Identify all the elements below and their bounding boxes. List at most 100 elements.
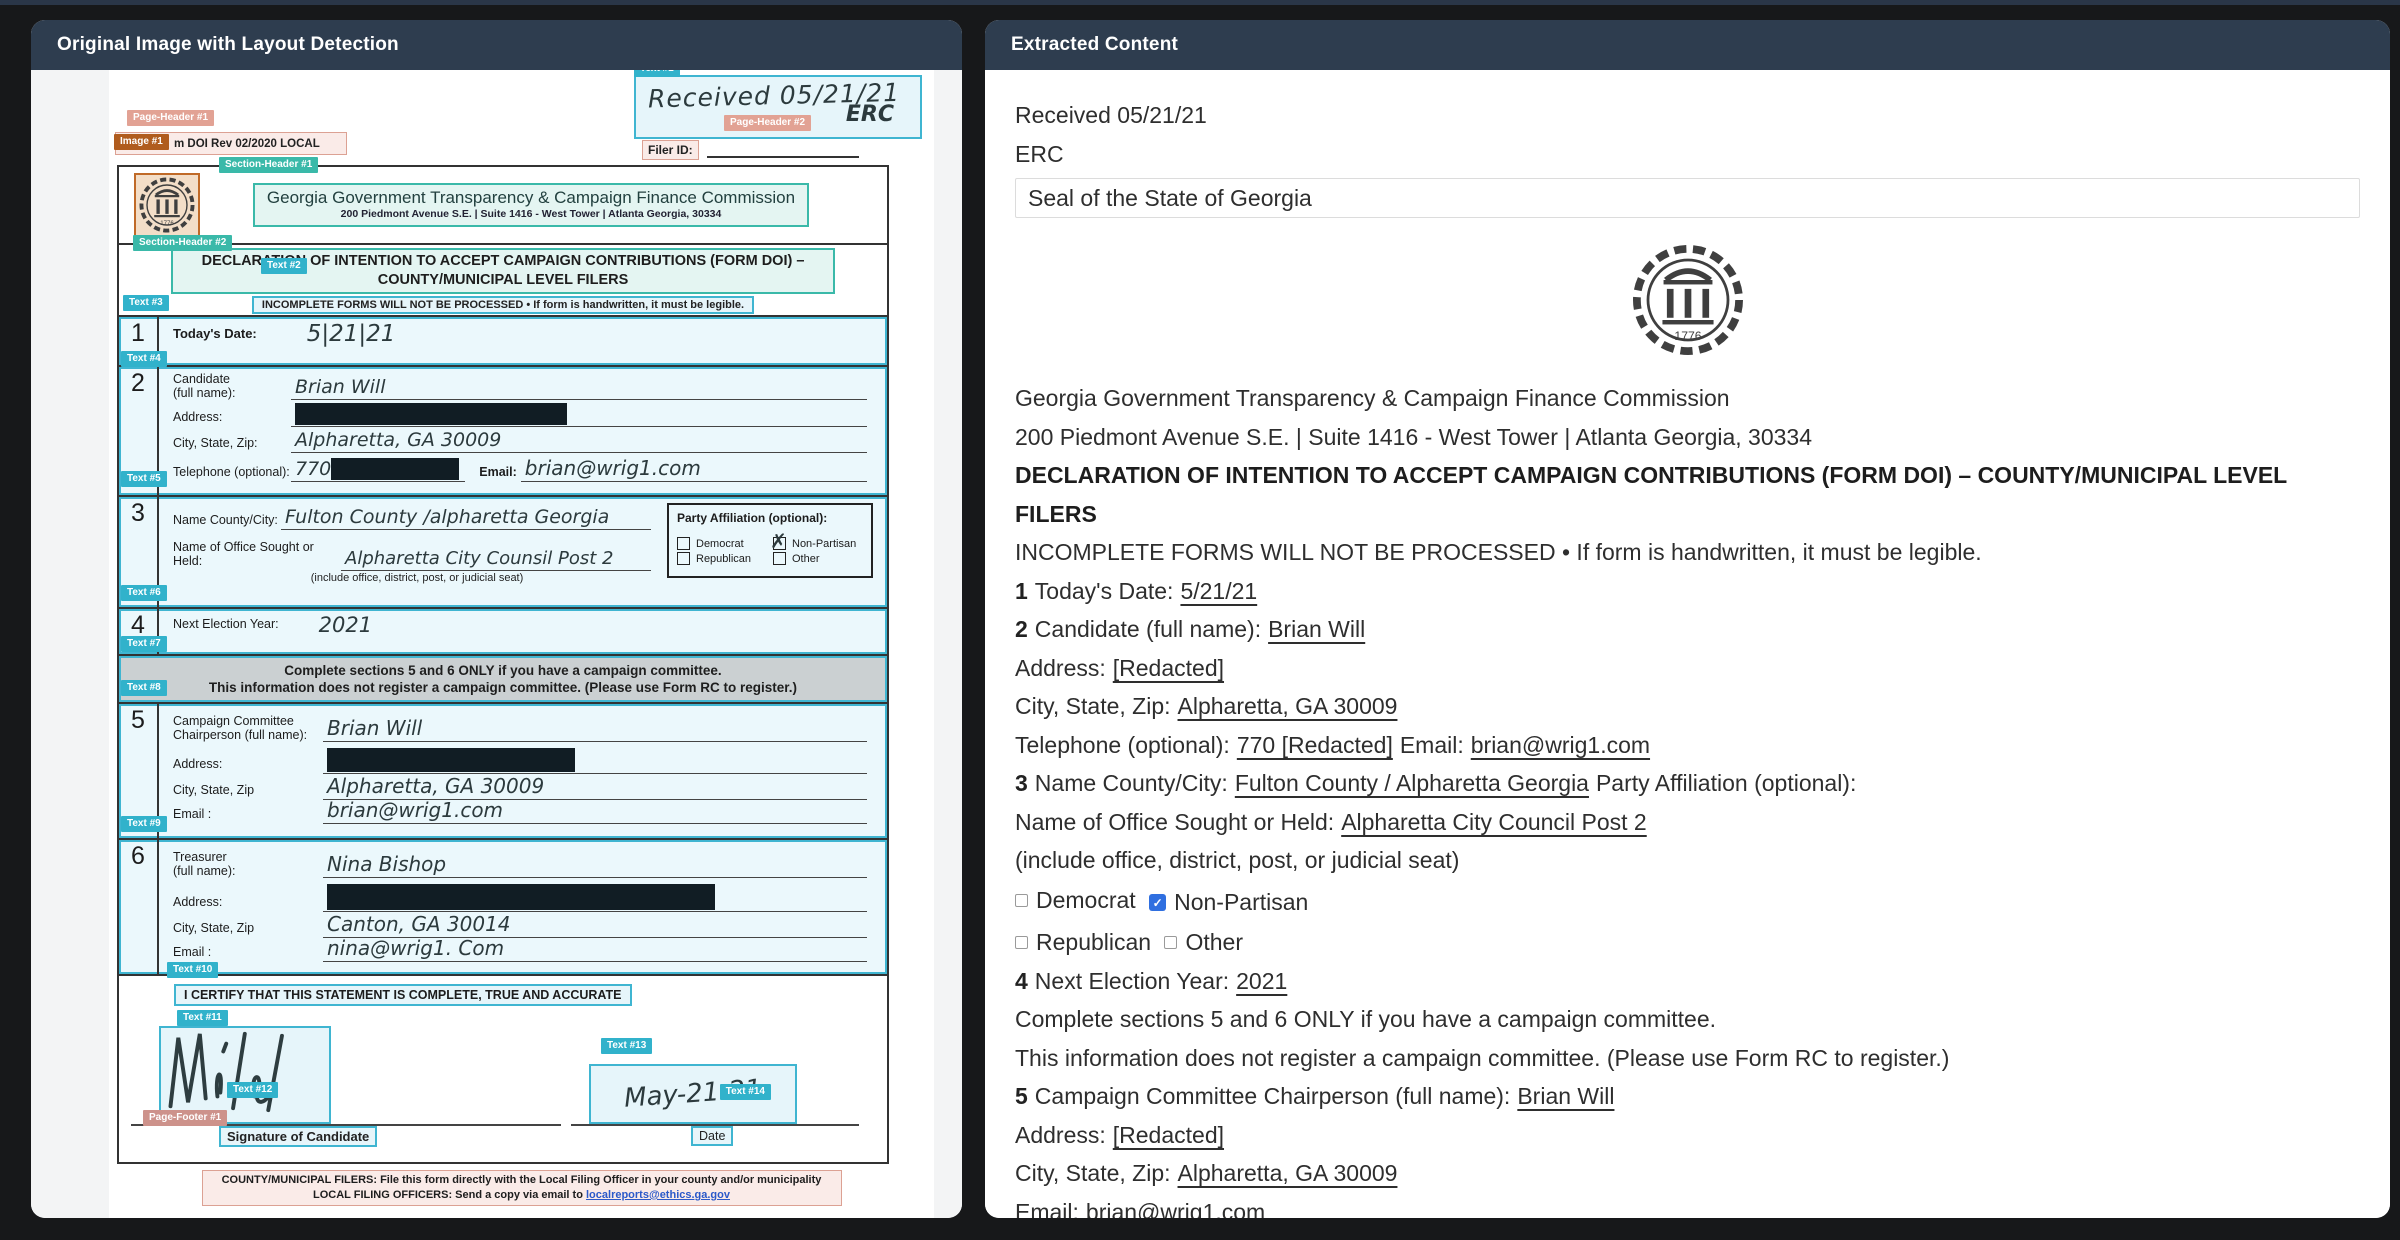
section-2-content: Candidate (full name): Brian Will Addres… — [159, 367, 887, 495]
footer-line-2: LOCAL FILING OFFICERS: Send a copy via e… — [209, 1188, 835, 1203]
section-6-content: Treasurer (full name): Nina Bishop Addre… — [159, 840, 887, 974]
georgia-seal-icon: 1776 — [139, 175, 195, 235]
chairperson-email-label: Email : — [173, 807, 323, 824]
treasurer-label: Treasurer (full name): — [173, 850, 323, 878]
chairperson-address-label: Address: — [173, 757, 323, 774]
county-city-value: Fulton County /alpharetta Georgia — [285, 506, 609, 528]
label-text-5: Text #5 — [121, 471, 167, 487]
top-strip — [0, 0, 2400, 5]
label-text-4: Text #4 — [121, 351, 167, 367]
left-panel-header: Original Image with Layout Detection — [31, 20, 962, 70]
org-name: Georgia Government Transparency & Campai… — [267, 188, 795, 208]
date-detection-box: May-21-21 Text #14 — [589, 1064, 797, 1124]
label-text-7: Text #7 — [121, 636, 167, 652]
chairperson-label: Campaign Committee Chairperson (full nam… — [173, 714, 323, 742]
nonpartisan-checkbox[interactable]: ✓ — [1149, 894, 1166, 911]
extracted-address-2: Address:[Redacted] — [1015, 1116, 2360, 1155]
democrat-checkbox-icon[interactable] — [677, 537, 690, 550]
extracted-office-sought: Name of Office Sought or Held:Alpharetta… — [1015, 803, 2360, 842]
extracted-received: Received 05/21/21 — [1015, 96, 2360, 135]
extracted-checkbox-other[interactable]: ✓Other — [1164, 923, 1243, 962]
form-section-1: 1 Today's Date: 5|21|21 Text #4 — [119, 315, 887, 365]
extracted-city-2: City, State, Zip:Alpharetta, GA 30009 — [1015, 1154, 2360, 1193]
signature-detection-box: Text #12 Page-Footer #1 — [159, 1026, 331, 1124]
extracted-email-2: Email:brian@wrig1.com — [1015, 1193, 2360, 1219]
extracted-incomplete-note: INCOMPLETE FORMS WILL NOT BE PROCESSED •… — [1015, 533, 2360, 572]
label-text-9: Text #9 — [121, 816, 167, 832]
filer-id-label: Filer ID: — [642, 140, 699, 160]
next-election-label: Next Election Year: — [173, 617, 279, 637]
banner-line-2: This information does not register a cam… — [119, 679, 887, 696]
banner-line-1: Complete sections 5 and 6 ONLY if you ha… — [119, 662, 887, 679]
label-text-13: Text #13 — [601, 1038, 652, 1054]
section-1-content: Today's Date: 5|21|21 — [159, 317, 887, 365]
email-value: brian@wrig1.com — [525, 456, 701, 480]
label-text-14: Text #14 — [720, 1084, 771, 1100]
extracted-checkbox-democrat[interactable]: ✓Democrat — [1015, 881, 1136, 920]
org-address: 200 Piedmont Avenue S.E. | Suite 1416 - … — [267, 208, 795, 220]
extracted-declaration: DECLARATION OF INTENTION TO ACCEPT CAMPA… — [1015, 456, 2360, 533]
check-icon: ✓ — [1153, 897, 1163, 909]
footer-email-link[interactable]: localreports@ethics.ga.gov — [586, 1189, 730, 1201]
form-section-2: 2 Candidate (full name): Brian Will Addr — [119, 365, 887, 495]
extracted-org-address: 200 Piedmont Avenue S.E. | Suite 1416 - … — [1015, 418, 2360, 457]
candidate-name-value: Brian Will — [295, 376, 385, 398]
checkbox-other[interactable]: Other — [773, 552, 863, 565]
seal-year-text: 1776 — [1674, 329, 1701, 343]
date-caption: Date — [691, 1126, 733, 1146]
filer-id-row: Filer ID: — [642, 140, 859, 160]
extracted-next-election: 4Next Election Year:2021 — [1015, 962, 2360, 1001]
extracted-checkbox-nonpartisan[interactable]: ✓Non-Partisan — [1149, 883, 1308, 922]
incomplete-note-box: INCOMPLETE FORMS WILL NOT BE PROCESSED •… — [252, 296, 754, 314]
scanned-form-page: Page-Header #1 Text #1 Received 05/21/21… — [109, 70, 934, 1218]
nonpartisan-checkbox-icon[interactable]: ✗ — [773, 537, 786, 550]
label-page-header-2: Page-Header #2 — [724, 115, 811, 131]
signature-scribble — [161, 1028, 311, 1116]
republican-checkbox[interactable]: ✓ — [1015, 936, 1028, 949]
extracted-erc: ERC — [1015, 135, 2360, 174]
checkbox-democrat[interactable]: Democrat — [677, 537, 773, 550]
other-checkbox-icon[interactable] — [773, 552, 786, 565]
seal-caption-box: Seal of the State of Georgia — [1015, 178, 2360, 218]
treasurer-email-label: Email : — [173, 945, 323, 962]
telephone-value: 770 — [295, 458, 331, 480]
label-section-header-2: Section-Header #2 — [133, 235, 232, 251]
extracted-checkbox-republican[interactable]: ✓Republican — [1015, 923, 1151, 962]
extracted-party-row-2: ✓Republican ✓Other — [1015, 922, 2360, 962]
chairperson-city-value: Alpharetta, GA 30009 — [327, 774, 544, 798]
right-panel-header: Extracted Content — [985, 20, 2390, 70]
form-header-row: 1776 Section-Header #1 Georgia Governmen… — [119, 167, 887, 243]
extracted-org-name: Georgia Government Transparency & Campai… — [1015, 379, 2360, 418]
section-3-content: Name County/City: Fulton County /alphare… — [159, 497, 887, 607]
extracted-candidate: 2Candidate (full name):Brian Will — [1015, 610, 2360, 649]
todays-date-label: Today's Date: — [173, 326, 257, 347]
checkbox-republican[interactable]: Republican — [677, 552, 773, 565]
declaration-title-box: DECLARATION OF INTENTION TO ACCEPT CAMPA… — [171, 248, 835, 294]
democrat-checkbox[interactable]: ✓ — [1015, 894, 1028, 907]
seal-year: 1776 — [160, 220, 174, 227]
section-5-content: Campaign Committee Chairperson (full nam… — [159, 704, 887, 838]
page-footer-box: COUNTY/MUNICIPAL FILERS: File this form … — [202, 1170, 842, 1206]
address-label: Address: — [173, 410, 291, 427]
committee-banner-row: Complete sections 5 and 6 ONLY if you ha… — [119, 654, 887, 702]
office-sought-label: Name of Office Sought or Held: — [173, 540, 341, 571]
label-text-10: Text #10 — [167, 962, 218, 978]
checkbox-nonpartisan[interactable]: ✗Non-Partisan — [773, 537, 863, 550]
other-checkbox[interactable]: ✓ — [1164, 936, 1177, 949]
received-stamp-box: Text #1 Received 05/21/21 ERC Page-Heade… — [634, 75, 922, 139]
extracted-city: City, State, Zip:Alpharetta, GA 30009 — [1015, 687, 2360, 726]
extracted-address: Address:[Redacted] — [1015, 649, 2360, 688]
label-page-footer-1: Page-Footer #1 — [143, 1110, 227, 1126]
label-text-6: Text #6 — [121, 585, 167, 601]
office-note: (include office, district, post, or judi… — [173, 572, 661, 584]
republican-checkbox-icon[interactable] — [677, 552, 690, 565]
form-section-5: 5 Campaign Committee Chairperson (full n… — [119, 702, 887, 838]
treasurer-city-label: City, State, Zip — [173, 921, 323, 938]
form-section-3: 3 Name County/City: Fulton County /alpha… — [119, 495, 887, 607]
right-panel-body: Received 05/21/21 ERC Seal of the State … — [985, 70, 2390, 1218]
form-section-4: 4 Next Election Year: 2021 Text #7 — [119, 607, 887, 654]
chairperson-email-value: brian@wrig1.com — [327, 798, 503, 822]
section-4-content: Next Election Year: 2021 — [159, 609, 887, 654]
treasurer-city-value: Canton, GA 30014 — [327, 912, 511, 936]
extracted-chairperson: 5Campaign Committee Chairperson (full na… — [1015, 1077, 2360, 1116]
